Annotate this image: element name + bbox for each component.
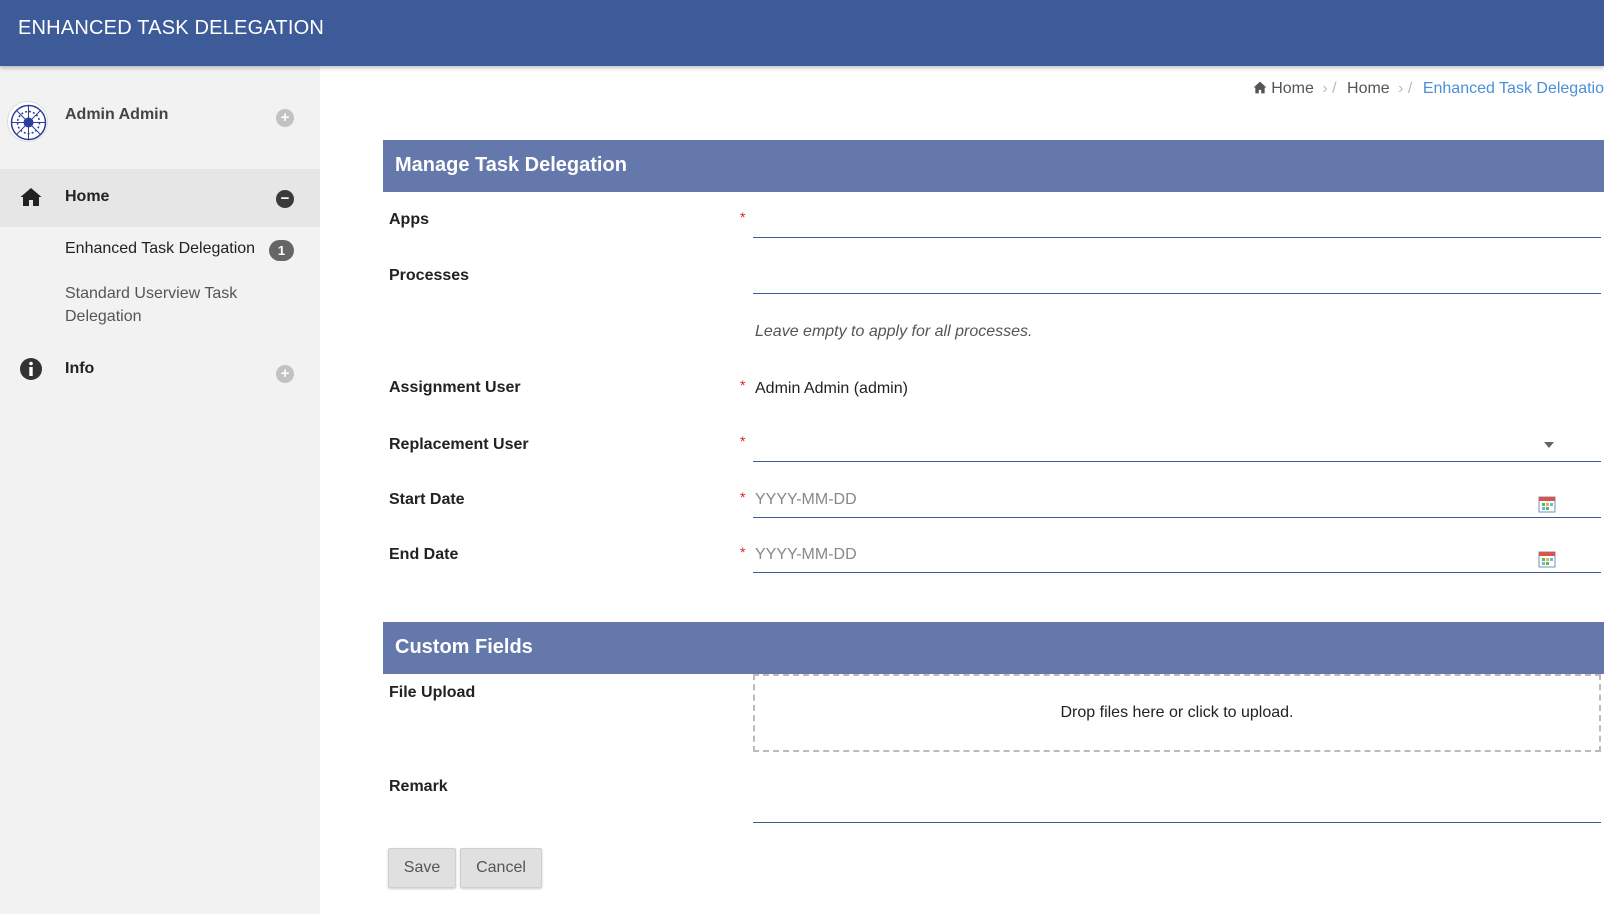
start-date-input[interactable] — [753, 472, 1601, 518]
replacement-user-label: Replacement User — [389, 436, 529, 453]
breadcrumb-separator: › / — [1398, 80, 1413, 97]
assignment-user-label: Assignment User — [389, 379, 521, 396]
home-icon — [20, 188, 42, 206]
remark-input[interactable] — [753, 777, 1601, 823]
breadcrumb-home-icon — [1253, 80, 1267, 98]
app-title: ENHANCED TASK DELEGATION — [18, 17, 324, 39]
profile-expand-icon[interactable]: + — [276, 109, 294, 127]
top-bar: ENHANCED TASK DELEGATION — [0, 0, 1604, 66]
collapse-icon[interactable]: − — [276, 190, 294, 208]
sidebar-item-info[interactable]: Info + — [0, 341, 320, 399]
start-date-label: Start Date — [389, 491, 465, 508]
profile-name[interactable]: Admin Admin — [65, 106, 168, 124]
required-mark: * — [740, 433, 746, 449]
breadcrumb-item[interactable]: Home — [1271, 80, 1314, 98]
expand-icon[interactable]: + — [276, 365, 294, 383]
breadcrumb: Home › / Home › / Enhanced Task Delegati… — [1253, 80, 1604, 98]
end-date-label: End Date — [389, 546, 459, 563]
replacement-user-select[interactable] — [753, 416, 1601, 462]
file-upload-label: File Upload — [389, 684, 476, 701]
assignment-user-value: Admin Admin (admin) — [755, 380, 908, 397]
sidebar-subitem-enhanced-task-delegation[interactable]: Enhanced Task Delegation — [65, 240, 255, 258]
sidebar-item-label: Home — [65, 188, 110, 205]
user-profile: Admin Admin + — [0, 66, 320, 166]
sidebar-item-home[interactable]: Home − — [0, 169, 320, 227]
end-date-input[interactable] — [753, 527, 1601, 573]
required-mark: * — [740, 377, 746, 393]
chevron-down-icon[interactable] — [1544, 442, 1554, 448]
sidebar-item-label: Info — [65, 360, 95, 377]
required-mark: * — [740, 489, 746, 505]
avatar — [7, 101, 48, 142]
processes-field[interactable] — [753, 248, 1601, 294]
required-mark: * — [740, 544, 746, 560]
main-content: Home › / Home › / Enhanced Task Delegati… — [320, 66, 1604, 914]
breadcrumb-item[interactable]: Home — [1347, 80, 1390, 98]
apps-label: Apps — [389, 211, 429, 228]
required-mark: * — [740, 209, 746, 225]
breadcrumb-separator: › / — [1322, 80, 1337, 97]
sidebar: Admin Admin + Home − Enhanced Task Deleg… — [0, 66, 320, 914]
processes-label: Processes — [389, 267, 470, 284]
breadcrumb-current: Enhanced Task Delegatio — [1422, 80, 1604, 97]
remark-label: Remark — [389, 778, 448, 795]
section-header-manage-task-delegation: Manage Task Delegation — [383, 140, 1604, 192]
start-date-placeholder: YYYY-MM-DD — [755, 491, 857, 508]
save-button[interactable]: Save — [388, 848, 456, 888]
cancel-button[interactable]: Cancel — [460, 848, 542, 888]
sidebar-subitem-standard-userview-task-delegation[interactable]: Standard Userview Task Delegation — [65, 282, 285, 328]
processes-hint: Leave empty to apply for all processes. — [755, 323, 1033, 340]
count-badge: 1 — [269, 240, 294, 261]
calendar-icon[interactable] — [1538, 550, 1556, 568]
avatar-logo-icon — [10, 104, 47, 141]
calendar-icon[interactable] — [1538, 495, 1556, 513]
file-upload-dropzone[interactable]: Drop files here or click to upload. — [753, 674, 1601, 752]
end-date-placeholder: YYYY-MM-DD — [755, 546, 857, 563]
info-icon — [20, 358, 42, 380]
apps-field[interactable] — [753, 192, 1601, 238]
section-header-custom-fields: Custom Fields — [383, 622, 1604, 674]
